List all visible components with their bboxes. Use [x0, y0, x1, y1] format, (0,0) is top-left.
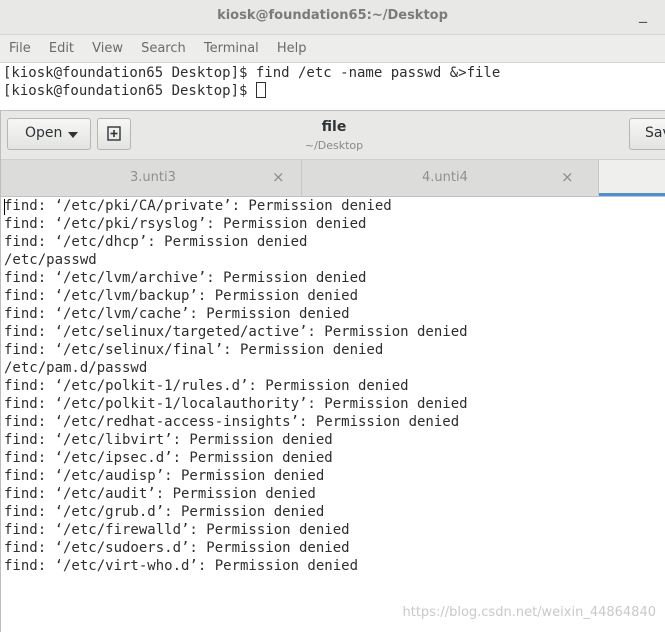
editor-line: find: ‘/etc/ipsec.d’: Permission denied	[4, 450, 333, 466]
terminal-cursor	[255, 82, 266, 98]
active-tab-indicator	[599, 193, 665, 196]
editor-line: /etc/passwd	[4, 252, 97, 268]
terminal-output[interactable]: [kiosk@foundation65 Desktop]$ find /etc …	[0, 63, 665, 111]
tab-label: 4.unti4	[422, 170, 468, 185]
save-button-label: Sav	[645, 125, 665, 141]
editor-line: find: ‘/etc/polkit-1/rules.d’: Permissio…	[4, 378, 409, 394]
editor-line: find: ‘/etc/sudoers.d’: Permission denie…	[4, 540, 350, 556]
close-icon[interactable]: ×	[272, 168, 285, 186]
editor-line: find: ‘/etc/virt-who.d’: Permission deni…	[4, 558, 359, 574]
chevron-down-icon	[68, 132, 78, 138]
close-icon[interactable]: ×	[561, 168, 574, 186]
document-name: file	[321, 119, 347, 135]
tab-4-unti4[interactable]: 4.unti4 ×	[301, 160, 599, 196]
editor-line: find: ‘/etc/firewalld’: Permission denie…	[4, 522, 350, 538]
editor-line: find: ‘/etc/pki/rsyslog’: Permission den…	[4, 216, 367, 232]
open-button[interactable]: Open	[7, 118, 91, 150]
menu-view[interactable]: View	[92, 35, 123, 62]
editor-line: find: ‘/etc/pki/CA/private’: Permission …	[4, 198, 392, 214]
menu-help[interactable]: Help	[277, 35, 307, 62]
terminal-titlebar: kiosk@foundation65:~/Desktop _	[0, 0, 665, 35]
save-button[interactable]: Sav	[629, 118, 665, 150]
editor-line: find: ‘/etc/dhcp’: Permission denied	[4, 234, 308, 250]
open-button-label: Open	[25, 125, 63, 141]
terminal-line: [kiosk@foundation65 Desktop]$ find /etc …	[3, 65, 501, 81]
editor-line: find: ‘/etc/selinux/final’: Permission d…	[4, 342, 384, 358]
terminal-prompt: [kiosk@foundation65 Desktop]$	[3, 83, 256, 99]
editor-line: find: ‘/etc/selinux/targeted/active’: Pe…	[4, 324, 468, 340]
text-caret	[4, 199, 5, 215]
editor-line: /etc/pam.d/passwd	[4, 360, 148, 376]
gedit-window: Open file ~/Desktop Sav 3.unti3 × 4.unti…	[0, 110, 665, 632]
editor-line: find: ‘/etc/lvm/backup’: Permission deni…	[4, 288, 359, 304]
tab-3-unti3[interactable]: 3.unti3 ×	[1, 160, 302, 196]
new-document-button[interactable]	[97, 118, 131, 150]
text-editor[interactable]: find: ‘/etc/pki/CA/private’: Permission …	[1, 197, 665, 632]
new-document-icon	[107, 126, 121, 141]
terminal-menubar: File Edit View Search Terminal Help	[0, 35, 665, 63]
editor-line: find: ‘/etc/audit’: Permission denied	[4, 486, 316, 502]
gedit-headerbar: Open file ~/Desktop Sav	[1, 111, 665, 160]
terminal-prompt-line: [kiosk@foundation65 Desktop]$	[0, 82, 665, 100]
document-path: ~/Desktop	[304, 139, 364, 152]
tab-bar: 3.unti3 × 4.unti4 ×	[1, 160, 665, 197]
watermark-text: https://blog.csdn.net/weixin_44864840	[402, 605, 656, 620]
editor-line: find: ‘/etc/polkit-1/localauthority’: Pe…	[4, 396, 468, 412]
editor-line: find: ‘/etc/audisp’: Permission denied	[4, 468, 325, 484]
menu-edit[interactable]: Edit	[49, 35, 74, 62]
editor-line: find: ‘/etc/libvirt’: Permission denied	[4, 432, 333, 448]
menu-search[interactable]: Search	[141, 35, 186, 62]
window-title: kiosk@foundation65:~/Desktop	[217, 8, 448, 23]
minimize-button[interactable]: _	[639, 4, 647, 23]
document-title: file ~/Desktop	[305, 119, 363, 152]
editor-line: find: ‘/etc/lvm/archive’: Permission den…	[4, 270, 367, 286]
tab-label: 3.unti3	[130, 170, 176, 185]
menu-file[interactable]: File	[9, 35, 31, 62]
menu-terminal[interactable]: Terminal	[204, 35, 259, 62]
editor-line: find: ‘/etc/redhat-access-insights’: Per…	[4, 414, 460, 430]
tab-file-active[interactable]	[599, 160, 665, 196]
editor-line: find: ‘/etc/grub.d’: Permission denied	[4, 504, 325, 520]
editor-line: find: ‘/etc/lvm/cache’: Permission denie…	[4, 306, 350, 322]
